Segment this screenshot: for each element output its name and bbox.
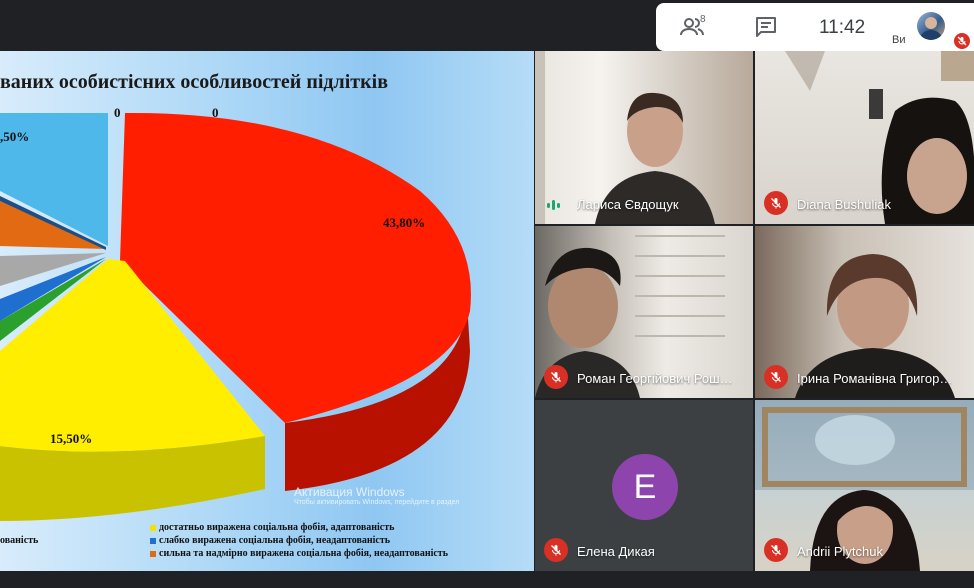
mic-off-icon <box>544 538 568 562</box>
participant-tile[interactable]: Diana Bushuliak <box>755 51 974 224</box>
speaking-indicator <box>547 200 560 210</box>
mic-off-icon <box>764 365 788 389</box>
participant-tile[interactable]: E Елена Дикая <box>535 400 753 571</box>
legend-swatch <box>150 524 156 531</box>
participant-tile[interactable]: Andrii Plytchuk <box>755 400 974 571</box>
legend-label: сильна та надмірно виражена соціальна фо… <box>159 548 449 559</box>
chat-icon[interactable] <box>752 13 780 41</box>
mic-off-icon <box>764 538 788 562</box>
participant-name: Diana Bushuliak <box>797 197 891 212</box>
mic-off-icon <box>544 365 568 389</box>
legend-item-1: достатньо виражена соціальна фобія, адап… <box>150 522 394 533</box>
people-count: 8 <box>700 14 706 25</box>
mic-off-icon <box>954 33 970 49</box>
slide-title: ваних особистісних особливостей підліткі… <box>0 71 388 93</box>
meet-window: 8 11:42 Ви 43,80% 15,50% ,50% 0 0 ваних … <box>0 0 974 588</box>
slice-label-zero-1: 0 <box>114 105 121 120</box>
participant-name: Елена Дикая <box>577 544 655 559</box>
top-bar: 8 11:42 Ви <box>0 0 974 51</box>
participant-name: Лариса Євдощук <box>577 197 679 212</box>
legend-swatch <box>150 537 156 544</box>
windows-activation-watermark: Активация Windows Чтобы активировать Win… <box>294 485 459 506</box>
participant-name: Ірина Романівна Григор… <box>797 371 953 386</box>
self-label: Ви <box>892 34 906 46</box>
slice-label-red: 43,80% <box>383 215 425 230</box>
slice-label-lightblue: ,50% <box>0 129 29 144</box>
participant-tile[interactable]: Лариса Євдощук <box>535 51 753 224</box>
legend-swatch <box>150 550 156 557</box>
presentation-view[interactable]: 43,80% 15,50% ,50% 0 0 ваних особистісни… <box>0 51 534 571</box>
participant-name: Andrii Plytchuk <box>797 544 883 559</box>
slice-label-zero-2: 0 <box>212 105 219 120</box>
legend-label: ованість <box>0 535 39 546</box>
legend-item-2: слабко виражена соціальна фобія, неадапт… <box>150 535 390 546</box>
top-right-panel: 8 11:42 Ви <box>656 3 974 51</box>
legend-item-left: ованість <box>0 535 38 546</box>
legend-label: достатньо виражена соціальна фобія, адап… <box>159 522 395 533</box>
legend-item-3: сильна та надмірно виражена соціальна фо… <box>150 548 448 559</box>
participant-tile[interactable]: Ірина Романівна Григор… <box>755 226 974 398</box>
self-avatar[interactable] <box>917 12 945 40</box>
watermark-title: Активация Windows <box>294 485 405 499</box>
mic-off-icon <box>764 191 788 215</box>
participant-avatar: E <box>612 454 678 520</box>
participant-name: Роман Георгійович Рош… <box>577 371 733 386</box>
avatar-letter: E <box>633 467 657 506</box>
watermark-subtitle: Чтобы активировать Windows, перейдите в … <box>294 499 460 506</box>
participant-tile[interactable]: Роман Георгійович Рош… <box>535 226 753 398</box>
legend-label: слабко виражена соціальна фобія, неадапт… <box>159 535 391 546</box>
slice-label-yellow: 15,50% <box>50 431 92 446</box>
clock: 11:42 <box>819 17 866 38</box>
